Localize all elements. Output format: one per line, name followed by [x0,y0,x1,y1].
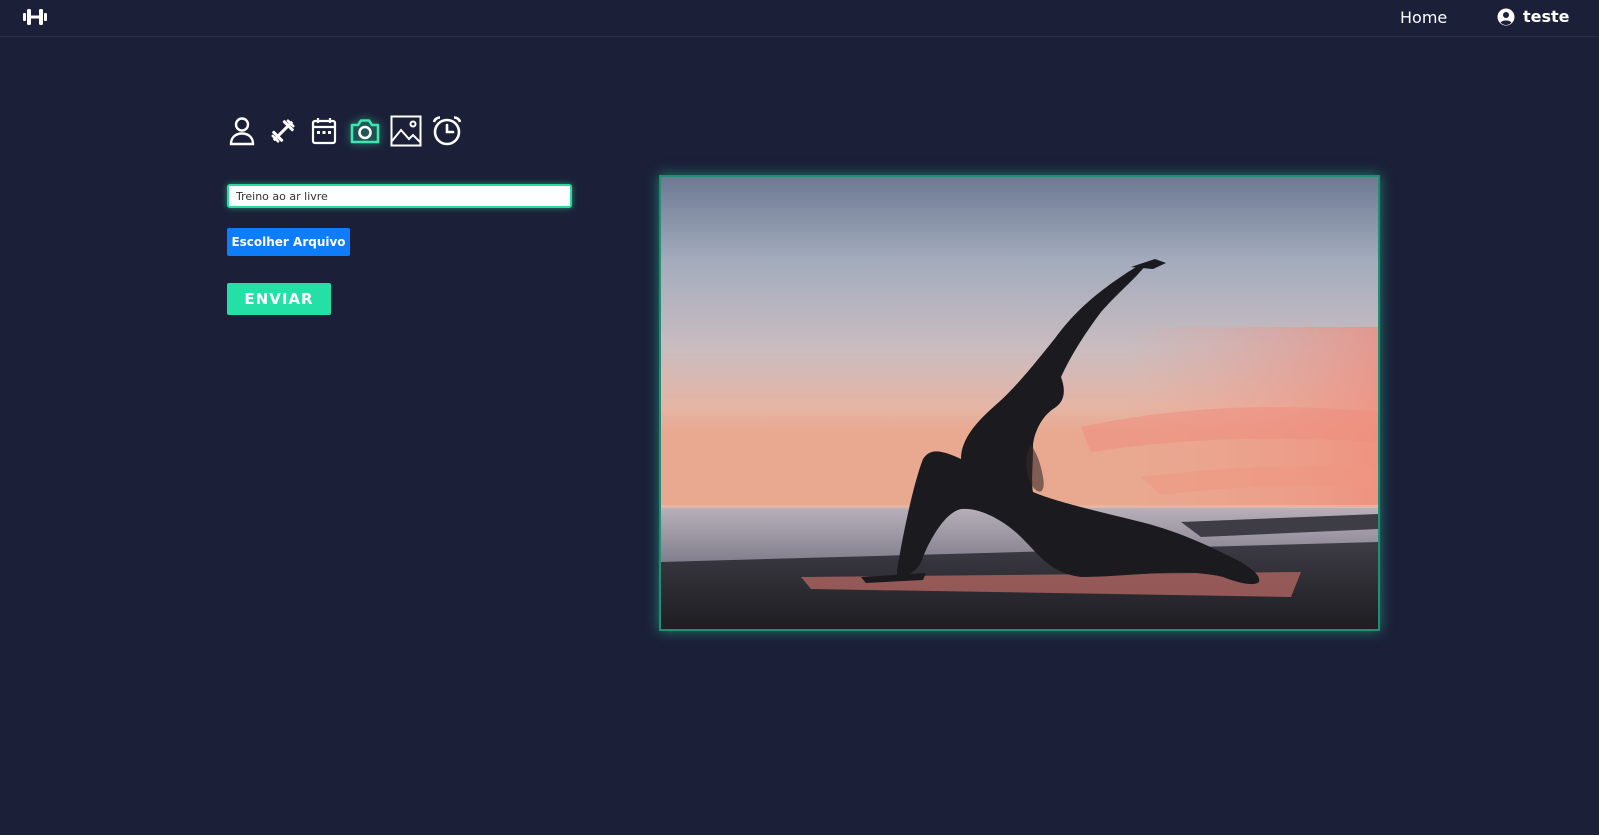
step-dumbbell-icon[interactable] [267,115,299,147]
image-preview [659,175,1380,631]
step-user-icon[interactable] [226,115,258,147]
step-image-icon[interactable] [390,115,422,147]
step-camera-icon[interactable] [349,115,381,147]
step-alarm-clock-icon[interactable] [431,115,463,147]
nav-home-link[interactable]: Home [1400,8,1447,27]
step-navigation [226,115,463,147]
choose-file-button[interactable]: Escolher Arquivo [227,228,350,256]
dumbbell-logo-icon[interactable] [22,6,48,28]
username-label: teste [1523,7,1570,26]
nav-user-menu[interactable]: teste [1497,7,1570,26]
top-navbar: Home teste [0,0,1599,37]
submit-button[interactable]: ENVIAR [227,283,331,315]
step-calendar-icon[interactable] [308,115,340,147]
user-circle-icon [1497,8,1515,26]
caption-input[interactable] [227,184,572,208]
